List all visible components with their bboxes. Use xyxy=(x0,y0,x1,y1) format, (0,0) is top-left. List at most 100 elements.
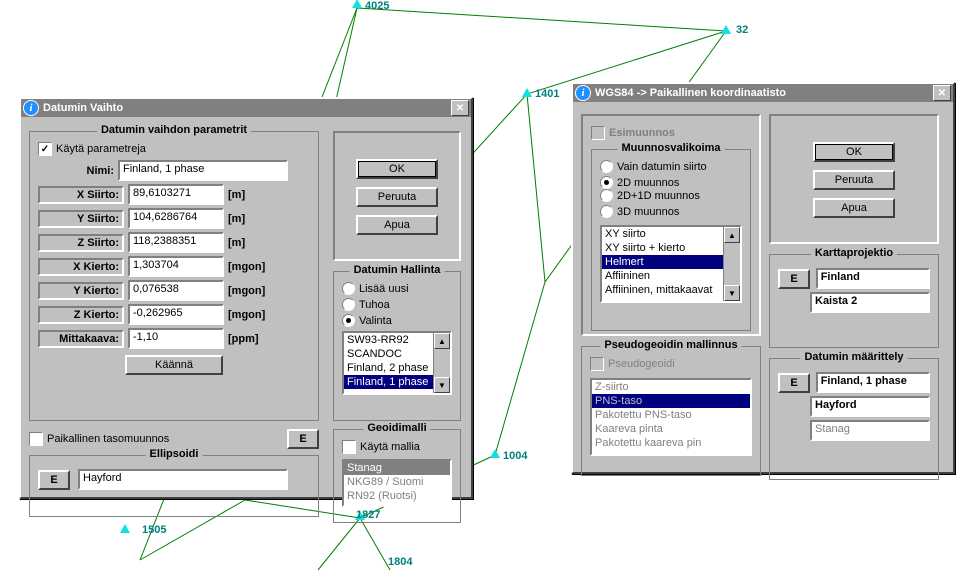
param-field[interactable]: -0,262965 xyxy=(128,304,224,325)
name-label: Nimi: xyxy=(38,165,114,177)
param-field[interactable]: 1,303704 xyxy=(128,256,224,277)
datumdef-field1[interactable]: Finland, 1 phase xyxy=(816,372,930,393)
list-item[interactable]: Affiininen xyxy=(602,269,740,283)
local-plane-checkbox[interactable]: Paikallinen tasomuunnos xyxy=(29,432,169,446)
pseudo-title: Pseudogeoidin mallinnus xyxy=(600,339,741,351)
use-params-label: Käytä parametreja xyxy=(56,143,146,155)
param-field[interactable]: 104,6286764 xyxy=(128,208,224,229)
radio-label: Tuhoa xyxy=(359,299,390,311)
ok-button[interactable]: OK xyxy=(813,142,895,162)
mapproj-title: Karttaprojektio xyxy=(811,247,897,259)
trans-radio-datum_only[interactable]: Vain datumin siirto xyxy=(600,160,707,173)
mgmt-radio-add[interactable]: Lisää uusi xyxy=(342,282,409,295)
info-icon: i xyxy=(575,85,591,101)
point-label: 4025 xyxy=(365,0,389,12)
method-listbox[interactable]: XY siirto XY siirto + kierto Helmert Aff… xyxy=(600,225,742,303)
param-field[interactable]: 89,6103271 xyxy=(128,184,224,205)
cancel-button[interactable]: Peruuta xyxy=(356,187,438,207)
param-unit: [m] xyxy=(228,213,266,225)
point-triangle xyxy=(522,88,532,97)
list-item[interactable]: RN92 (Ruotsi) xyxy=(344,489,450,503)
ellipsoid-field[interactable]: Hayford xyxy=(78,469,288,490)
list-item[interactable]: XY siirto xyxy=(602,227,740,241)
mapproj-field1[interactable]: Finland xyxy=(816,268,930,289)
titlebar[interactable]: i Datumin Vaihto ✕ xyxy=(21,99,471,117)
titlebar[interactable]: i WGS84 -> Paikallinen koordinaatisto ✕ xyxy=(573,84,953,102)
pseudo-label: Pseudogeoidi xyxy=(608,358,675,370)
point-label: 1804 xyxy=(388,556,412,568)
list-item[interactable]: Pakotettu kaareva pin xyxy=(592,436,750,450)
mapproj-field2[interactable]: Kaista 2 xyxy=(810,292,930,313)
scroll-up-icon[interactable]: ▲ xyxy=(724,227,740,243)
param-field[interactable]: -1,10 xyxy=(128,328,224,349)
ok-button[interactable]: OK xyxy=(356,159,438,179)
dialog-title: WGS84 -> Paikallinen koordinaatisto xyxy=(595,87,933,99)
list-item[interactable]: PNS-taso xyxy=(592,394,750,408)
mgmt-radio-select[interactable]: Valinta xyxy=(342,314,392,327)
ellipsoid-title: Ellipsoidi xyxy=(146,448,203,460)
param-label: Y Siirto: xyxy=(38,210,124,228)
mgmt-listbox[interactable]: SW93-RR92 SCANDOC Finland, 2 phase Finla… xyxy=(342,331,452,395)
e-button[interactable]: E xyxy=(287,429,319,449)
geoid-listbox[interactable]: Stanag NKG89 / Suomi RN92 (Ruotsi) xyxy=(342,459,452,507)
param-label: Z Kierto: xyxy=(38,306,124,324)
pretrans-label: Esimuunnos xyxy=(609,127,675,139)
translate-button[interactable]: Käännä xyxy=(125,355,223,375)
pseudo-checkbox: Pseudogeoidi xyxy=(590,357,675,371)
e-button[interactable]: E xyxy=(38,470,70,490)
close-icon[interactable]: ✕ xyxy=(933,85,951,101)
name-field[interactable]: Finland, 1 phase xyxy=(118,160,288,181)
scroll-up-icon[interactable]: ▲ xyxy=(434,333,450,349)
point-label: 1004 xyxy=(503,450,527,462)
list-item[interactable]: Helmert xyxy=(602,255,740,269)
geoid-use-checkbox[interactable]: Käytä mallia xyxy=(342,440,420,454)
group-title: Datumin vaihdon parametrit xyxy=(97,124,251,136)
trans-radio-2d1d[interactable]: 2D+1D muunnos xyxy=(600,189,700,202)
scroll-down-icon[interactable]: ▼ xyxy=(434,377,450,393)
param-field[interactable]: 0,076538 xyxy=(128,280,224,301)
list-item[interactable]: Affiininen, mittakaavat xyxy=(602,283,740,297)
local-plane-label: Paikallinen tasomuunnos xyxy=(47,433,169,445)
e-button[interactable]: E xyxy=(778,269,810,289)
param-field[interactable]: 118,2388351 xyxy=(128,232,224,253)
wgs84-local-dialog: i WGS84 -> Paikallinen koordinaatisto ✕ … xyxy=(571,82,955,474)
point-triangle xyxy=(721,25,731,34)
point-triangle xyxy=(120,524,130,533)
dialog-title: Datumin Vaihto xyxy=(43,102,451,114)
geoid-title: Geoidimalli xyxy=(363,422,430,434)
cancel-button[interactable]: Peruuta xyxy=(813,170,895,190)
param-unit: [m] xyxy=(228,189,266,201)
point-label: 32 xyxy=(736,24,748,36)
scrollbar[interactable]: ▲▼ xyxy=(723,227,740,301)
list-item[interactable]: Z-siirto xyxy=(592,380,750,394)
list-item[interactable]: Pakotettu PNS-taso xyxy=(592,408,750,422)
list-item[interactable]: Kaareva pinta xyxy=(592,422,750,436)
radio-label: 2D+1D muunnos xyxy=(617,190,700,202)
list-item[interactable]: Stanag xyxy=(344,461,450,475)
list-item[interactable]: NKG89 / Suomi xyxy=(344,475,450,489)
mgmt-radio-destroy[interactable]: Tuhoa xyxy=(342,298,390,311)
trans-menu-title: Muunnosvalikoima xyxy=(617,142,724,154)
scrollbar[interactable]: ▲▼ xyxy=(433,333,450,393)
help-button[interactable]: Apua xyxy=(813,198,895,218)
e-button[interactable]: E xyxy=(778,373,810,393)
trans-radio-3d[interactable]: 3D muunnos xyxy=(600,205,679,218)
datumdef-field2[interactable]: Hayford xyxy=(810,396,930,417)
use-params-checkbox[interactable]: ✓Käytä parametreja xyxy=(38,142,146,156)
pseudo-listbox[interactable]: Z-siirto PNS-taso Pakotettu PNS-taso Kaa… xyxy=(590,378,752,456)
param-unit: [ppm] xyxy=(228,333,266,345)
point-label: 1401 xyxy=(535,88,559,100)
trans-radio-2d[interactable]: 2D muunnos xyxy=(600,176,679,189)
list-item[interactable]: XY siirto + kierto xyxy=(602,241,740,255)
radio-label: Lisää uusi xyxy=(359,283,409,295)
scroll-down-icon[interactable]: ▼ xyxy=(724,285,740,301)
help-button[interactable]: Apua xyxy=(356,215,438,235)
point-triangle xyxy=(352,0,362,8)
radio-label: Vain datumin siirto xyxy=(617,161,707,173)
geoid-use-label: Käytä mallia xyxy=(360,441,420,453)
datum-change-dialog: i Datumin Vaihto ✕ Datumin vaihdon param… xyxy=(19,97,473,499)
param-unit: [m] xyxy=(228,237,266,249)
param-unit: [mgon] xyxy=(228,261,266,273)
close-icon[interactable]: ✕ xyxy=(451,100,469,116)
radio-label: 2D muunnos xyxy=(617,177,679,189)
